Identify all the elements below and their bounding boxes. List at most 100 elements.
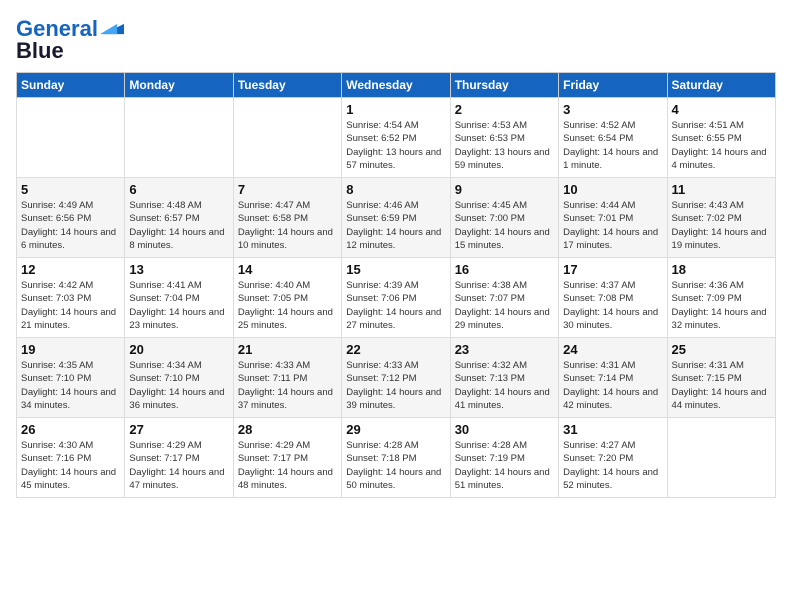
day-cell: 7 Sunrise: 4:47 AMSunset: 6:58 PMDaylight…	[233, 178, 341, 258]
day-cell: 23Sunrise: 4:32 AMSunset: 7:13 PMDayligh…	[450, 338, 558, 418]
day-cell: 2 Sunrise: 4:53 AMSunset: 6:53 PMDaylight…	[450, 98, 558, 178]
day-number: 4	[672, 102, 771, 117]
day-info: Sunrise: 4:48 AMSunset: 6:57 PMDaylight:…	[129, 199, 228, 252]
day-number: 3	[563, 102, 662, 117]
day-cell: 19Sunrise: 4:35 AMSunset: 7:10 PMDayligh…	[17, 338, 125, 418]
day-info: Sunrise: 4:31 AMSunset: 7:14 PMDaylight:…	[563, 359, 662, 412]
day-info: Sunrise: 4:27 AMSunset: 7:20 PMDaylight:…	[563, 439, 662, 492]
day-cell: 18 Sunrise: 4:36 AMSunset: 7:09 PMDayligh…	[667, 258, 775, 338]
day-number: 2	[455, 102, 554, 117]
day-info: Sunrise: 4:40 AMSunset: 7:05 PMDaylight:…	[238, 279, 337, 332]
day-cell: 27 Sunrise: 4:29 AMSunset: 7:17 PMDayligh…	[125, 418, 233, 498]
day-info: Sunrise: 4:30 AMSunset: 7:16 PMDaylight:…	[21, 439, 120, 492]
day-number: 30	[455, 422, 554, 437]
day-number: 8	[346, 182, 445, 197]
day-number: 28	[238, 422, 337, 437]
day-number: 7	[238, 182, 337, 197]
day-info: Sunrise: 4:32 AMSunset: 7:13 PMDaylight:…	[455, 359, 554, 412]
day-info: Sunrise: 4:39 AMSunset: 7:06 PMDaylight:…	[346, 279, 445, 332]
day-number: 11	[672, 182, 771, 197]
day-info: Sunrise: 4:46 AMSunset: 6:59 PMDaylight:…	[346, 199, 445, 252]
day-number: 14	[238, 262, 337, 277]
day-cell: 4 Sunrise: 4:51 AMSunset: 6:55 PMDaylight…	[667, 98, 775, 178]
day-number: 25	[672, 342, 771, 357]
day-cell: 28Sunrise: 4:29 AMSunset: 7:17 PMDayligh…	[233, 418, 341, 498]
calendar-table: SundayMondayTuesdayWednesdayThursdayFrid…	[16, 72, 776, 498]
week-row-2: 5Sunrise: 4:49 AMSunset: 6:56 PMDaylight…	[17, 178, 776, 258]
day-cell	[667, 418, 775, 498]
page-header: General Blue	[16, 16, 776, 64]
day-number: 29	[346, 422, 445, 437]
day-cell: 11 Sunrise: 4:43 AMSunset: 7:02 PMDayligh…	[667, 178, 775, 258]
day-info: Sunrise: 4:42 AMSunset: 7:03 PMDaylight:…	[21, 279, 120, 332]
day-cell: 22Sunrise: 4:33 AMSunset: 7:12 PMDayligh…	[342, 338, 450, 418]
day-cell: 29 Sunrise: 4:28 AMSunset: 7:18 PMDayligh…	[342, 418, 450, 498]
day-number: 10	[563, 182, 662, 197]
col-header-wednesday: Wednesday	[342, 73, 450, 98]
day-number: 5	[21, 182, 120, 197]
day-cell: 30 Sunrise: 4:28 AMSunset: 7:19 PMDayligh…	[450, 418, 558, 498]
day-number: 24	[563, 342, 662, 357]
col-header-friday: Friday	[559, 73, 667, 98]
day-info: Sunrise: 4:47 AMSunset: 6:58 PMDaylight:…	[238, 199, 337, 252]
logo-blue: Blue	[16, 38, 64, 64]
week-row-3: 12 Sunrise: 4:42 AMSunset: 7:03 PMDayligh…	[17, 258, 776, 338]
day-number: 27	[129, 422, 228, 437]
day-info: Sunrise: 4:33 AMSunset: 7:11 PMDaylight:…	[238, 359, 337, 412]
day-info: Sunrise: 4:43 AMSunset: 7:02 PMDaylight:…	[672, 199, 771, 252]
day-cell: 25 Sunrise: 4:31 AMSunset: 7:15 PMDayligh…	[667, 338, 775, 418]
day-info: Sunrise: 4:29 AMSunset: 7:17 PMDaylight:…	[129, 439, 228, 492]
day-cell	[233, 98, 341, 178]
col-header-thursday: Thursday	[450, 73, 558, 98]
logo-icon	[100, 22, 124, 36]
day-number: 18	[672, 262, 771, 277]
day-info: Sunrise: 4:51 AMSunset: 6:55 PMDaylight:…	[672, 119, 771, 172]
day-cell: 10 Sunrise: 4:44 AMSunset: 7:01 PMDayligh…	[559, 178, 667, 258]
day-cell: 3 Sunrise: 4:52 AMSunset: 6:54 PMDaylight…	[559, 98, 667, 178]
day-number: 6	[129, 182, 228, 197]
day-info: Sunrise: 4:28 AMSunset: 7:18 PMDaylight:…	[346, 439, 445, 492]
day-cell: 6 Sunrise: 4:48 AMSunset: 6:57 PMDaylight…	[125, 178, 233, 258]
day-cell: 31 Sunrise: 4:27 AMSunset: 7:20 PMDayligh…	[559, 418, 667, 498]
day-info: Sunrise: 4:41 AMSunset: 7:04 PMDaylight:…	[129, 279, 228, 332]
day-cell: 13 Sunrise: 4:41 AMSunset: 7:04 PMDayligh…	[125, 258, 233, 338]
day-cell: 9Sunrise: 4:45 AMSunset: 7:00 PMDaylight…	[450, 178, 558, 258]
day-info: Sunrise: 4:28 AMSunset: 7:19 PMDaylight:…	[455, 439, 554, 492]
day-info: Sunrise: 4:54 AMSunset: 6:52 PMDaylight:…	[346, 119, 445, 172]
day-cell	[17, 98, 125, 178]
day-info: Sunrise: 4:34 AMSunset: 7:10 PMDaylight:…	[129, 359, 228, 412]
day-info: Sunrise: 4:52 AMSunset: 6:54 PMDaylight:…	[563, 119, 662, 172]
day-cell: 21 Sunrise: 4:33 AMSunset: 7:11 PMDayligh…	[233, 338, 341, 418]
day-number: 31	[563, 422, 662, 437]
day-cell: 15 Sunrise: 4:39 AMSunset: 7:06 PMDayligh…	[342, 258, 450, 338]
day-number: 13	[129, 262, 228, 277]
day-cell: 24 Sunrise: 4:31 AMSunset: 7:14 PMDayligh…	[559, 338, 667, 418]
day-number: 26	[21, 422, 120, 437]
day-cell: 17Sunrise: 4:37 AMSunset: 7:08 PMDayligh…	[559, 258, 667, 338]
day-info: Sunrise: 4:36 AMSunset: 7:09 PMDaylight:…	[672, 279, 771, 332]
day-number: 12	[21, 262, 120, 277]
day-cell	[125, 98, 233, 178]
day-info: Sunrise: 4:31 AMSunset: 7:15 PMDaylight:…	[672, 359, 771, 412]
day-number: 21	[238, 342, 337, 357]
day-info: Sunrise: 4:53 AMSunset: 6:53 PMDaylight:…	[455, 119, 554, 172]
col-header-sunday: Sunday	[17, 73, 125, 98]
day-cell: 26 Sunrise: 4:30 AMSunset: 7:16 PMDayligh…	[17, 418, 125, 498]
header-row: SundayMondayTuesdayWednesdayThursdayFrid…	[17, 73, 776, 98]
day-info: Sunrise: 4:44 AMSunset: 7:01 PMDaylight:…	[563, 199, 662, 252]
day-info: Sunrise: 4:37 AMSunset: 7:08 PMDaylight:…	[563, 279, 662, 332]
day-cell: 5Sunrise: 4:49 AMSunset: 6:56 PMDaylight…	[17, 178, 125, 258]
day-number: 16	[455, 262, 554, 277]
logo: General Blue	[16, 16, 124, 64]
col-header-saturday: Saturday	[667, 73, 775, 98]
day-number: 19	[21, 342, 120, 357]
day-cell: 16 Sunrise: 4:38 AMSunset: 7:07 PMDayligh…	[450, 258, 558, 338]
day-cell: 12 Sunrise: 4:42 AMSunset: 7:03 PMDayligh…	[17, 258, 125, 338]
day-info: Sunrise: 4:33 AMSunset: 7:12 PMDaylight:…	[346, 359, 445, 412]
day-info: Sunrise: 4:45 AMSunset: 7:00 PMDaylight:…	[455, 199, 554, 252]
day-cell: 20Sunrise: 4:34 AMSunset: 7:10 PMDayligh…	[125, 338, 233, 418]
day-info: Sunrise: 4:38 AMSunset: 7:07 PMDaylight:…	[455, 279, 554, 332]
day-cell: 1Sunrise: 4:54 AMSunset: 6:52 PMDaylight…	[342, 98, 450, 178]
week-row-1: 1Sunrise: 4:54 AMSunset: 6:52 PMDaylight…	[17, 98, 776, 178]
day-number: 15	[346, 262, 445, 277]
